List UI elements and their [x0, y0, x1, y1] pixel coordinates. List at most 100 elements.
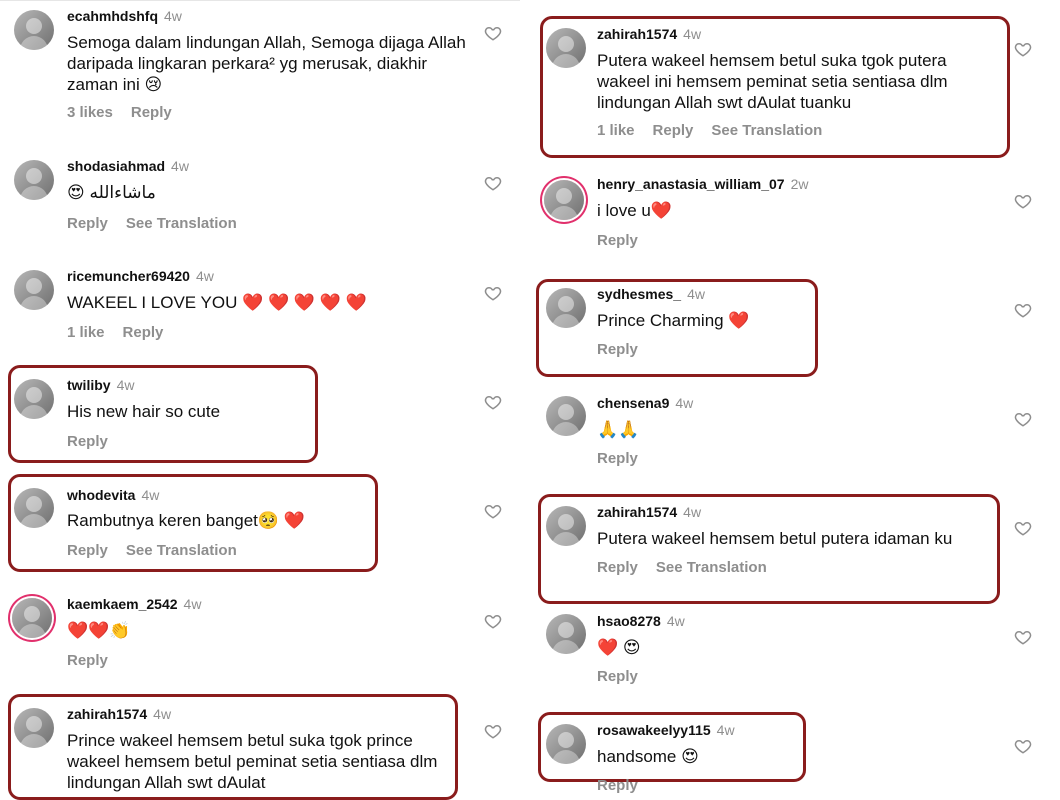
avatar[interactable]	[14, 488, 54, 528]
username[interactable]: hsao8278	[597, 613, 661, 629]
avatar[interactable]	[14, 708, 54, 748]
reply-button[interactable]: Reply	[597, 777, 638, 794]
reply-button[interactable]: Reply	[597, 668, 638, 685]
see-translation-link[interactable]: See Translation	[711, 122, 822, 139]
reply-button[interactable]: Reply	[123, 324, 164, 341]
heart-outline-icon[interactable]	[484, 24, 502, 42]
avatar[interactable]	[546, 396, 586, 436]
comment-actions: Reply	[67, 652, 126, 669]
avatar[interactable]	[546, 28, 586, 68]
timestamp: 4w	[683, 504, 702, 520]
comment-text: ❤️❤️👏	[67, 621, 131, 640]
avatar[interactable]	[546, 614, 586, 654]
comment-text: 🙏🙏	[597, 420, 640, 439]
timestamp: 4w	[687, 286, 705, 302]
avatar[interactable]	[544, 180, 584, 220]
username[interactable]: zahirah1574	[597, 26, 677, 42]
comment-text: Putera wakeel hemsem betul putera idaman…	[597, 529, 953, 548]
username[interactable]: sydhesmes_	[597, 286, 681, 302]
heart-outline-icon[interactable]	[1014, 410, 1032, 428]
comment-header: zahirah1574 4w	[597, 26, 701, 42]
username[interactable]: zahirah1574	[67, 706, 147, 722]
avatar[interactable]	[14, 10, 54, 50]
heart-outline-icon[interactable]	[1014, 628, 1032, 646]
username[interactable]: rosawakeelyy115	[597, 722, 711, 738]
comment-actions: Reply	[597, 232, 656, 249]
likes-count[interactable]: 3 likes	[67, 104, 113, 121]
comment-actions: Reply See Translation	[67, 215, 255, 232]
comment-text: ❤️ 😍	[597, 638, 641, 657]
username[interactable]: shodasiahmad	[67, 158, 165, 174]
heart-outline-icon[interactable]	[484, 174, 502, 192]
reply-button[interactable]: Reply	[67, 652, 108, 669]
likes-count[interactable]: 1 like	[67, 324, 105, 341]
comment-header: twiliby 4w	[67, 377, 134, 393]
comment-actions: Reply See Translation	[597, 559, 785, 576]
timestamp: 4w	[116, 377, 135, 393]
username[interactable]: ecahmhdshfq	[67, 8, 158, 24]
username[interactable]: zahirah1574	[597, 504, 677, 520]
heart-outline-icon[interactable]	[1014, 301, 1032, 319]
avatar[interactable]	[14, 379, 54, 419]
comment-actions: Reply See Translation	[67, 542, 255, 559]
avatar[interactable]	[14, 270, 54, 310]
comment-text: handsome 😍	[597, 747, 699, 766]
reply-button[interactable]: Reply	[597, 232, 638, 249]
avatar[interactable]	[546, 724, 586, 764]
see-translation-link[interactable]: See Translation	[126, 542, 237, 559]
comment-actions: Reply	[67, 433, 126, 450]
timestamp: 4w	[675, 395, 694, 411]
comment-actions: Reply	[597, 450, 656, 467]
comment-actions: 3 likes Reply	[67, 104, 190, 121]
avatar[interactable]	[12, 598, 52, 638]
comment-text: Prince Charming ❤️	[597, 311, 750, 330]
timestamp: 4w	[153, 706, 172, 722]
heart-outline-icon[interactable]	[1014, 519, 1032, 537]
heart-outline-icon[interactable]	[1014, 40, 1032, 58]
heart-outline-icon[interactable]	[484, 612, 502, 630]
heart-outline-icon[interactable]	[1014, 192, 1032, 210]
username[interactable]: whodevita	[67, 487, 135, 503]
comment-header: zahirah1574 4w	[597, 504, 701, 520]
reply-button[interactable]: Reply	[131, 104, 172, 121]
comment-header: hsao8278 4w	[597, 613, 685, 629]
reply-button[interactable]: Reply	[597, 559, 638, 576]
avatar[interactable]	[546, 506, 586, 546]
reply-button[interactable]: Reply	[597, 341, 638, 358]
heart-outline-icon[interactable]	[484, 393, 502, 411]
see-translation-link[interactable]: See Translation	[126, 215, 237, 232]
timestamp: 4w	[183, 596, 202, 612]
see-translation-link[interactable]: See Translation	[656, 559, 767, 576]
reply-button[interactable]: Reply	[653, 122, 694, 139]
reply-button[interactable]: Reply	[67, 433, 108, 450]
reply-button[interactable]: Reply	[67, 215, 108, 232]
comment-header: ecahmhdshfq 4w	[67, 8, 182, 24]
right-comment-column: zahirah1574 4w Putera wakeel hemsem betul…	[530, 0, 1060, 800]
avatar[interactable]	[546, 288, 586, 328]
timestamp: 4w	[716, 722, 735, 738]
reply-button[interactable]: Reply	[67, 542, 108, 559]
likes-count[interactable]: 1 like	[597, 122, 635, 139]
comment-header: kaemkaem_2542 4w	[67, 596, 201, 612]
comment-text: Rambutnya keren banget🥺 ❤️	[67, 511, 305, 530]
heart-outline-icon[interactable]	[484, 502, 502, 520]
comment-header: zahirah1574 4w	[67, 706, 171, 722]
comment-header: sydhesmes_ 4w	[597, 286, 705, 302]
username[interactable]: kaemkaem_2542	[67, 596, 178, 612]
username[interactable]: twiliby	[67, 377, 111, 393]
comment-header: whodevita 4w	[67, 487, 159, 503]
comment-text: Putera wakeel hemsem betul suka tgok put…	[597, 51, 948, 112]
username[interactable]: chensena9	[597, 395, 669, 411]
comment-header: chensena9 4w	[597, 395, 693, 411]
avatar[interactable]	[14, 160, 54, 200]
heart-outline-icon[interactable]	[1014, 737, 1032, 755]
timestamp: 4w	[171, 158, 189, 174]
comment-text: Semoga dalam lindungan Allah, Semoga dij…	[67, 33, 466, 94]
username[interactable]: henry_anastasia_william_07	[597, 176, 785, 192]
username[interactable]: ricemuncher69420	[67, 268, 190, 284]
heart-outline-icon[interactable]	[484, 284, 502, 302]
reply-button[interactable]: Reply	[597, 450, 638, 467]
heart-outline-icon[interactable]	[484, 722, 502, 740]
left-comment-column: ecahmhdshfq 4w Semoga dalam lindungan All…	[0, 0, 520, 800]
comment-actions: 1 like Reply	[67, 324, 181, 341]
